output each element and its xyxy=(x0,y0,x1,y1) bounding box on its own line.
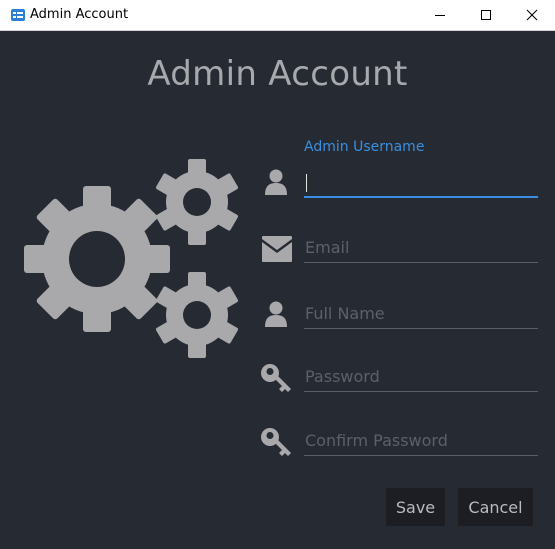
gears-icon xyxy=(24,159,239,358)
title-bar[interactable]: Admin Account xyxy=(0,0,555,31)
maximize-button[interactable] xyxy=(463,0,509,30)
admin-username-input[interactable] xyxy=(304,168,538,198)
minimize-icon xyxy=(435,15,445,16)
minimize-button[interactable] xyxy=(417,0,463,30)
page-title: Admin Account xyxy=(147,54,408,94)
confirm-password-input[interactable] xyxy=(304,426,538,456)
key-icon xyxy=(261,364,291,392)
window-title: Admin Account xyxy=(30,7,129,22)
app-icon xyxy=(11,9,25,21)
password-field[interactable] xyxy=(304,362,538,392)
admin-username-field[interactable]: Admin Username xyxy=(304,139,538,198)
cancel-button[interactable]: Cancel xyxy=(458,488,533,526)
maximize-icon xyxy=(481,10,491,20)
confirm-password-field[interactable] xyxy=(304,426,538,456)
email-field[interactable] xyxy=(304,233,538,263)
admin-account-window: Admin Account Admin Account Admin Userna… xyxy=(0,0,555,549)
envelope-icon xyxy=(262,236,292,262)
user-icon xyxy=(265,169,287,195)
full-name-field[interactable] xyxy=(304,299,538,329)
close-button[interactable] xyxy=(509,0,555,30)
text-caret xyxy=(306,174,307,192)
password-input[interactable] xyxy=(304,362,538,392)
user-icon xyxy=(265,301,287,327)
email-input[interactable] xyxy=(304,233,538,263)
key-icon xyxy=(261,428,291,456)
save-button[interactable]: Save xyxy=(386,488,445,526)
close-icon xyxy=(526,9,538,21)
admin-username-label: Admin Username xyxy=(304,139,425,155)
full-name-input[interactable] xyxy=(304,299,538,329)
